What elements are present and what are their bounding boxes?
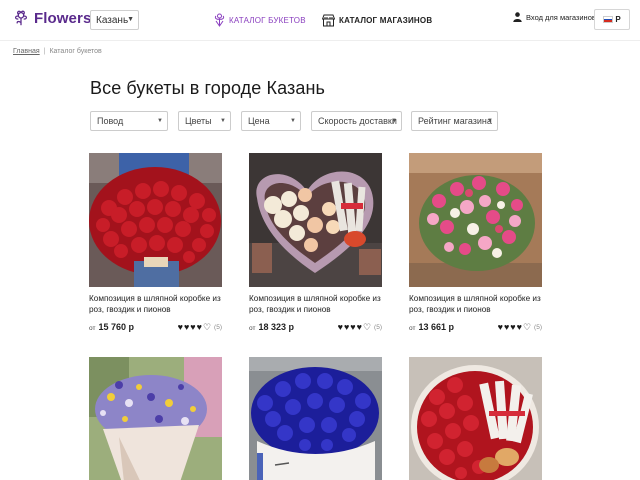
- nav-store-catalog[interactable]: КАТАЛОГ МАГАЗИНОВ: [322, 10, 432, 30]
- heart-filled-icon: ♥: [177, 321, 183, 332]
- product-price: от 13 661 р: [409, 322, 454, 332]
- product-name[interactable]: Композиция в шляпной коробке из роз, гво…: [89, 293, 222, 315]
- review-count: (5): [214, 323, 222, 331]
- product-card[interactable]: [409, 357, 542, 480]
- product-meta: от 18 323 р ♥ ♥ ♥ ♥ ♡ (5): [249, 321, 382, 333]
- filter-shop-rating-label: Рейтинг магазина: [418, 116, 492, 126]
- store-icon: [322, 14, 335, 27]
- chevron-down-icon: ▼: [127, 16, 134, 23]
- breadcrumb: Главная | Каталог букетов: [13, 48, 102, 55]
- flower-logo-icon: [12, 9, 30, 27]
- filter-price[interactable]: Цена ▼: [241, 111, 301, 131]
- logo[interactable]: Flowers: [12, 9, 91, 27]
- logo-text: Flowers: [34, 9, 92, 27]
- product-card[interactable]: Композиция в шляпной коробке из роз, гво…: [89, 153, 222, 333]
- filter-shop-rating[interactable]: Рейтинг магазина ▼: [411, 111, 498, 131]
- user-icon: [513, 12, 522, 22]
- heart-filled-icon: ♥: [356, 321, 362, 332]
- chevron-down-icon: ▼: [391, 118, 397, 124]
- heart-filled-icon: ♥: [196, 321, 202, 332]
- product-card[interactable]: [249, 357, 382, 480]
- price-amount: 18 323 р: [258, 322, 294, 332]
- heart-filled-icon: ♥: [343, 321, 350, 332]
- review-count: (5): [534, 323, 542, 331]
- price-amount: 13 661 р: [418, 322, 454, 332]
- heart-outline-icon: ♡: [362, 321, 372, 332]
- price-prefix: от: [249, 325, 256, 332]
- product-image-heart-box-roses[interactable]: [249, 153, 382, 287]
- product-rating: ♥ ♥ ♥ ♥ ♡ (5): [337, 321, 382, 332]
- nav-bouquet-catalog[interactable]: КАТАЛОГ БУКЕТОВ: [214, 10, 306, 30]
- product-rating: ♥ ♥ ♥ ♥ ♡ (5): [497, 321, 542, 332]
- chevron-down-icon: ▼: [487, 118, 493, 124]
- heart-filled-icon: ♥: [497, 321, 503, 332]
- price-prefix: от: [409, 325, 416, 332]
- product-price: от 18 323 р: [249, 322, 294, 332]
- nav-bouquet-catalog-label: КАТАЛОГ БУКЕТОВ: [229, 15, 306, 25]
- filter-delivery-speed[interactable]: Скорость доставки ▼: [311, 111, 402, 131]
- price-amount: 15 760 р: [98, 322, 134, 332]
- heart-filled-icon: ♥: [183, 321, 190, 332]
- filter-delivery-speed-label: Скорость доставки: [318, 116, 397, 126]
- product-card[interactable]: [89, 357, 222, 480]
- product-price: от 15 760 р: [89, 322, 134, 332]
- page-title: Все букеты в городе Казань: [90, 78, 325, 98]
- product-rating: ♥ ♥ ♥ ♥ ♡ (5): [177, 321, 222, 332]
- heart-filled-icon: ♥: [516, 321, 522, 332]
- bouquet-icon: [214, 13, 225, 27]
- store-login-link[interactable]: Вход для магазинов: [513, 12, 596, 22]
- heart-filled-icon: ♥: [510, 321, 516, 332]
- product-image-blue-roses-box[interactable]: [249, 357, 382, 480]
- product-image-roses-and-sweets-box[interactable]: [409, 357, 542, 480]
- product-meta: от 13 661 р ♥ ♥ ♥ ♥ ♡ (5): [409, 321, 542, 333]
- filter-price-label: Цена: [248, 116, 270, 126]
- filter-flowers-label: Цветы: [185, 116, 212, 126]
- heart-filled-icon: ♥: [190, 321, 196, 332]
- product-image-mixed-dried-bouquet[interactable]: [89, 357, 222, 480]
- product-name[interactable]: Композиция в шляпной коробке из роз, гво…: [409, 293, 542, 315]
- breadcrumb-separator: |: [43, 48, 46, 55]
- language-label: Р: [615, 15, 621, 24]
- chevron-down-icon: ▼: [290, 118, 296, 124]
- nav-store-catalog-label: КАТАЛОГ МАГАЗИНОВ: [339, 15, 433, 25]
- header-divider: [0, 40, 640, 41]
- filter-occasion[interactable]: Повод ▼: [90, 111, 168, 131]
- price-prefix: от: [89, 325, 96, 332]
- heart-outline-icon: ♡: [522, 321, 532, 332]
- site-header: Flowers Казань ▼ КАТАЛОГ БУКЕТОВ КАТАЛОГ…: [0, 0, 640, 40]
- heart-filled-icon: ♥: [350, 321, 356, 332]
- breadcrumb-current: Каталог букетов: [49, 48, 102, 55]
- product-card[interactable]: Композиция в шляпной коробке из роз, гво…: [249, 153, 382, 333]
- heart-filled-icon: ♥: [503, 321, 510, 332]
- product-name[interactable]: Композиция в шляпной коробке из роз, гво…: [249, 293, 382, 315]
- product-image-pink-flower-box[interactable]: [409, 153, 542, 287]
- filter-occasion-label: Повод: [97, 116, 124, 126]
- city-select-value: Казань: [96, 14, 129, 26]
- product-image-red-roses-bouquet[interactable]: [89, 153, 222, 287]
- russian-flag-icon: [603, 16, 614, 23]
- chevron-down-icon: ▼: [220, 118, 226, 124]
- language-switcher[interactable]: Р: [594, 9, 630, 30]
- city-select[interactable]: Казань ▼: [90, 10, 139, 30]
- chevron-down-icon: ▼: [157, 118, 163, 124]
- breadcrumb-home-link[interactable]: Главная: [13, 48, 40, 55]
- heart-filled-icon: ♥: [337, 321, 343, 332]
- store-login-label: Вход для магазинов: [526, 12, 596, 22]
- filter-flowers[interactable]: Цветы ▼: [178, 111, 231, 131]
- review-count: (5): [374, 323, 382, 331]
- heart-outline-icon: ♡: [202, 321, 212, 332]
- product-meta: от 15 760 р ♥ ♥ ♥ ♥ ♡ (5): [89, 321, 222, 333]
- product-card[interactable]: Композиция в шляпной коробке из роз, гво…: [409, 153, 542, 333]
